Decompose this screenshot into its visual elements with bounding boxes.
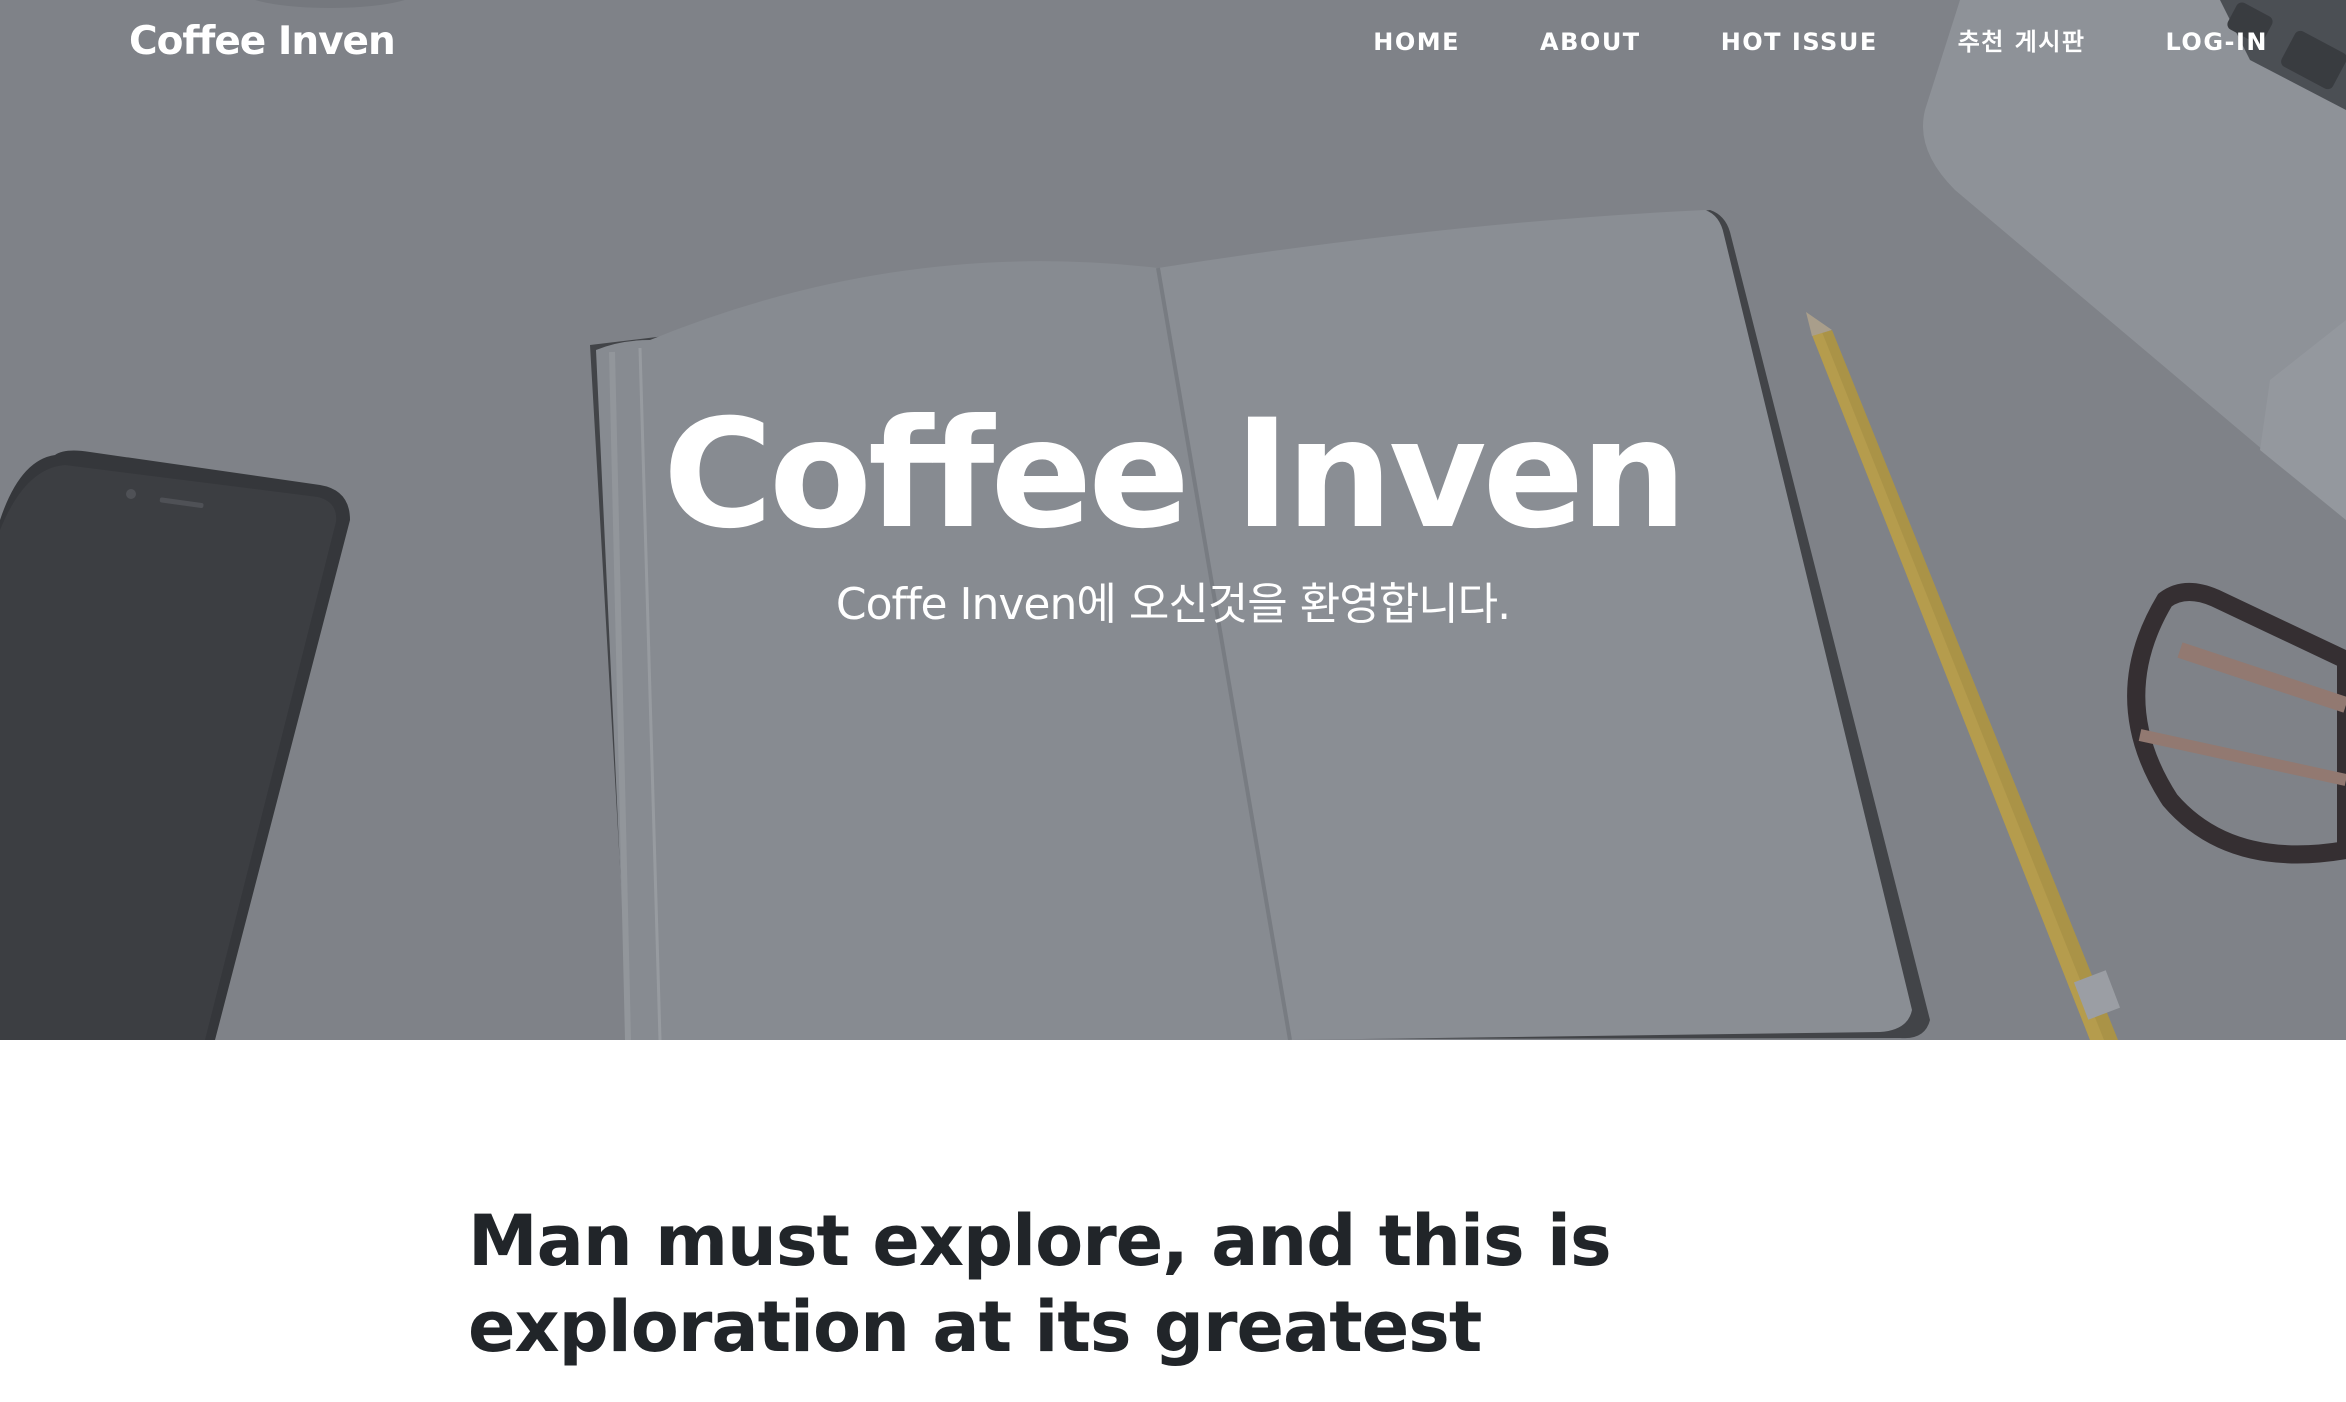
hero-subtitle: Coffe Inven에 오신것을 환영합니다. [835, 579, 1511, 630]
top-navbar: Coffee Inven HOME ABOUT HOT ISSUE 추천 게시판… [0, 0, 2346, 84]
nav-item-home[interactable]: HOME [1373, 22, 1460, 62]
hero-section: Coffee Inven HOME ABOUT HOT ISSUE 추천 게시판… [0, 0, 2346, 1040]
brand-logo-link[interactable]: Coffee Inven [129, 14, 396, 70]
nav-item-login[interactable]: LOG-IN [2165, 22, 2268, 62]
post-preview: Man must explore, and this is exploratio… [468, 1198, 1868, 1370]
nav-item-recommend-board[interactable]: 추천 게시판 [1958, 22, 2086, 62]
nav-menu: HOME ABOUT HOT ISSUE 추천 게시판 LOG-IN [1293, 22, 2268, 62]
hero-heading: Coffee Inven Coffe Inven에 오신것을 환영합니다. [0, 385, 2346, 633]
post-title-link[interactable]: Man must explore, and this is exploratio… [468, 1198, 1868, 1370]
hero-title: Coffee Inven [662, 388, 1687, 562]
nav-item-about[interactable]: ABOUT [1540, 22, 1641, 62]
nav-item-hot-issue[interactable]: HOT ISSUE [1721, 22, 1878, 62]
